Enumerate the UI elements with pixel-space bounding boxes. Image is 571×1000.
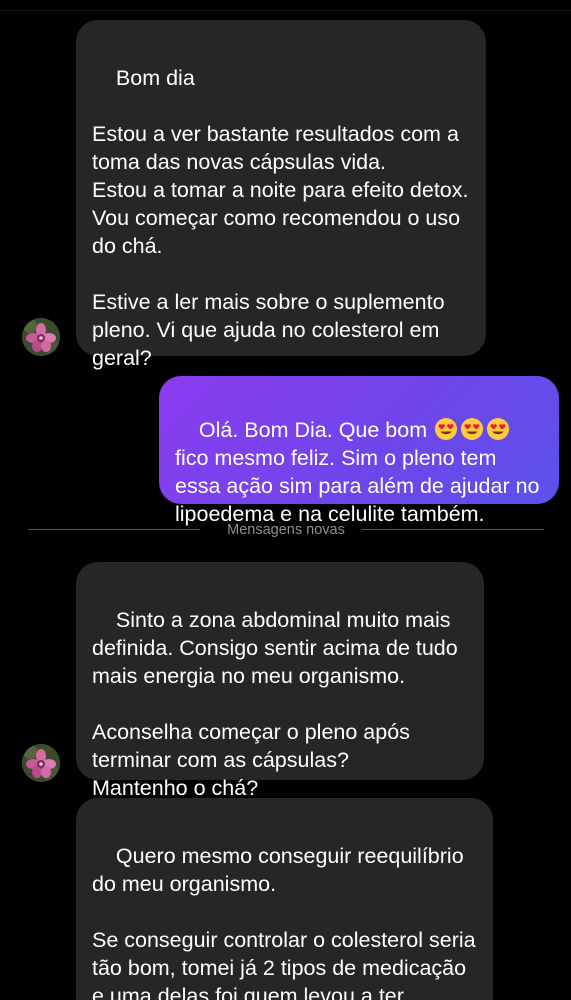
outgoing-message-bubble[interactable]: Olá. Bom Dia. Que bom fico mesmo feliz. … [159,376,559,526]
chat-screen: Bom dia Estou a ver bastante resultados … [0,0,571,1000]
flower-avatar-image [22,744,60,782]
flower-avatar-image [22,318,60,356]
incoming-message-bubble[interactable]: Bom dia Estou a ver bastante resultados … [76,20,486,370]
new-messages-label: Mensagens novas [227,522,345,538]
heart-eyes-emoji-icon [461,418,484,440]
new-messages-divider: Mensagens novas [28,520,544,540]
message-text: Bom dia Estou a ver bastante resultados … [92,66,469,370]
incoming-message-bubble[interactable]: Quero mesmo conseguir reequilíbrio do me… [76,798,493,1000]
message-text-start: Olá. Bom Dia. Que bom [198,418,434,442]
header-separator [0,10,571,11]
contact-avatar[interactable] [22,318,60,356]
contact-avatar[interactable] [22,744,60,782]
divider-line-right [362,529,544,530]
message-text: Quero mesmo conseguir reequilíbrio do me… [92,844,476,1000]
incoming-message-bubble[interactable]: Sinto a zona abdominal muito mais defini… [76,562,484,800]
heart-eyes-emoji-icon [487,418,510,440]
heart-eyes-emoji-icon [435,418,458,440]
message-text: Sinto a zona abdominal muito mais defini… [92,608,458,800]
